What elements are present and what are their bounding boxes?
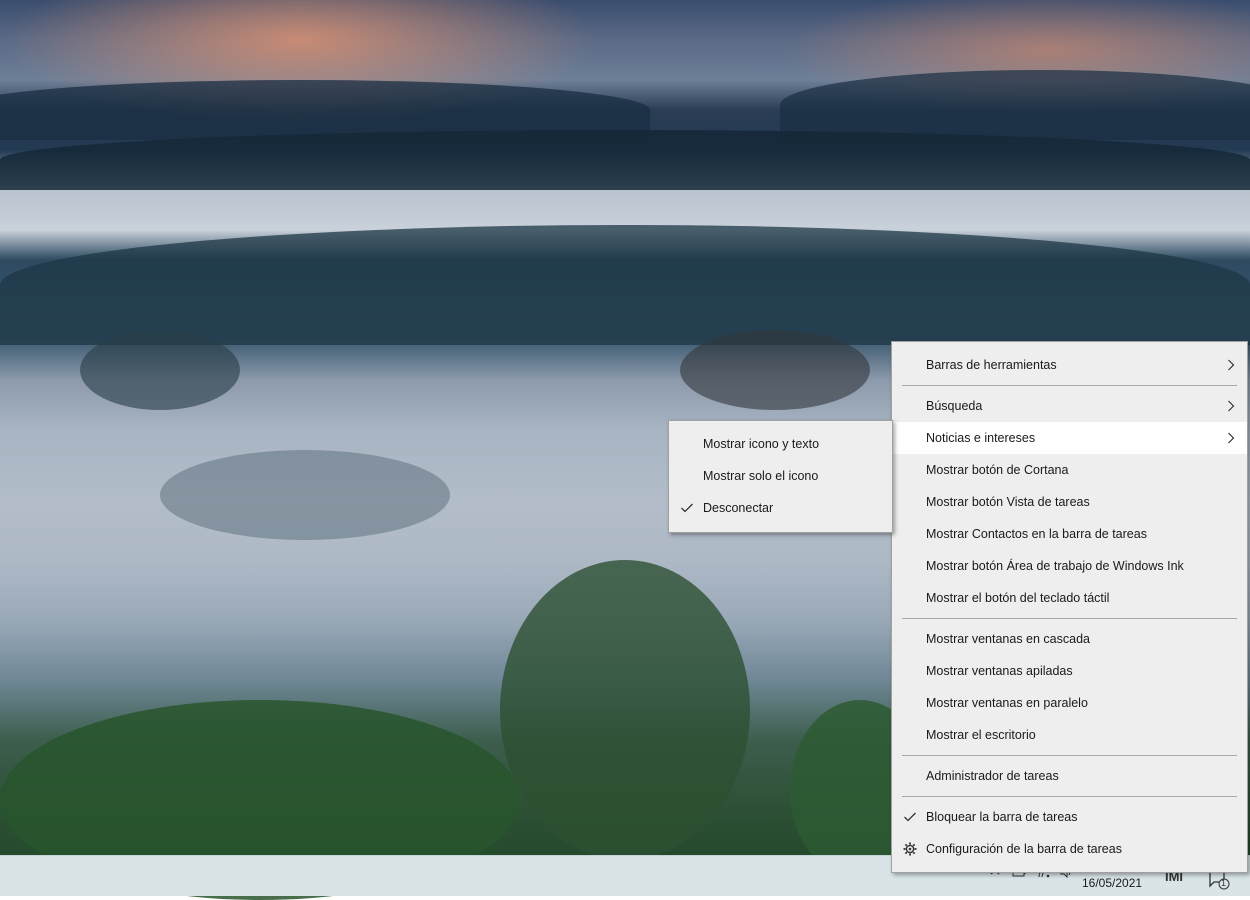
menu-item-label: Mostrar el botón del teclado táctil <box>926 591 1110 605</box>
menu-item-lock-taskbar[interactable]: Bloquear la barra de tareas <box>892 801 1247 833</box>
menu-item-contacts[interactable]: Mostrar Contactos en la barra de tareas <box>892 518 1247 550</box>
menu-item-label: Bloquear la barra de tareas <box>926 810 1078 824</box>
menu-item-side-by-side[interactable]: Mostrar ventanas en paralelo <box>892 687 1247 719</box>
taskbar-context-menu: Barras de herramientas Búsqueda Noticias… <box>891 341 1248 873</box>
menu-item-label: Mostrar ventanas en paralelo <box>926 696 1088 710</box>
menu-item-label: Búsqueda <box>926 399 983 413</box>
menu-item-news-interests[interactable]: Noticias e intereses <box>892 422 1247 454</box>
gear-icon <box>903 833 917 865</box>
chevron-right-icon <box>1227 349 1237 381</box>
checkmark-icon <box>680 492 694 524</box>
menu-separator <box>902 796 1237 797</box>
notification-count: 1 <box>1221 878 1227 888</box>
menu-item-label: Administrador de tareas <box>926 769 1059 783</box>
menu-item-label: Noticias e intereses <box>926 431 1036 445</box>
chevron-right-icon <box>1227 422 1237 454</box>
menu-item-task-view[interactable]: Mostrar botón Vista de tareas <box>892 486 1247 518</box>
menu-separator <box>902 618 1237 619</box>
menu-item-stacked[interactable]: Mostrar ventanas apiladas <box>892 655 1247 687</box>
menu-item-label: Configuración de la barra de tareas <box>926 842 1122 856</box>
tree-canopy <box>680 330 870 410</box>
menu-item-taskbar-settings[interactable]: Configuración de la barra de tareas <box>892 833 1247 865</box>
menu-item-cascade[interactable]: Mostrar ventanas en cascada <box>892 623 1247 655</box>
menu-separator <box>902 755 1237 756</box>
forest-ridge <box>0 225 1250 345</box>
tree-canopy <box>500 560 750 860</box>
menu-item-label: Mostrar ventanas en cascada <box>926 632 1090 646</box>
menu-item-show-desktop[interactable]: Mostrar el escritorio <box>892 719 1247 751</box>
menu-item-touch-keyboard[interactable]: Mostrar el botón del teclado táctil <box>892 582 1247 614</box>
menu-item-label: Mostrar botón Vista de tareas <box>926 495 1090 509</box>
submenu-item-icon-and-text[interactable]: Mostrar icono y texto <box>669 428 892 460</box>
menu-item-label: Mostrar ventanas apiladas <box>926 664 1073 678</box>
menu-item-toolbars[interactable]: Barras de herramientas <box>892 349 1247 381</box>
tree-canopy <box>80 330 240 410</box>
chevron-right-icon <box>1227 390 1237 422</box>
menu-item-label: Desconectar <box>703 501 774 515</box>
submenu-item-turn-off[interactable]: Desconectar <box>669 492 892 524</box>
menu-item-search[interactable]: Búsqueda <box>892 390 1247 422</box>
menu-item-label: Mostrar el escritorio <box>926 728 1036 742</box>
submenu-item-icon-only[interactable]: Mostrar solo el icono <box>669 460 892 492</box>
notification-icon[interactable]: 1 <box>1208 870 1232 890</box>
distant-hills <box>780 70 1250 140</box>
news-interests-submenu: Mostrar icono y texto Mostrar solo el ic… <box>668 420 893 533</box>
menu-item-label: Mostrar botón Área de trabajo de Windows… <box>926 559 1184 573</box>
menu-item-task-manager[interactable]: Administrador de tareas <box>892 760 1247 792</box>
forest-ridge <box>0 130 1250 190</box>
menu-item-label: Barras de herramientas <box>926 358 1057 372</box>
tree-canopy <box>160 450 450 540</box>
menu-item-label: Mostrar botón de Cortana <box>926 463 1069 477</box>
menu-item-cortana[interactable]: Mostrar botón de Cortana <box>892 454 1247 486</box>
checkmark-icon <box>903 801 917 833</box>
menu-item-windows-ink[interactable]: Mostrar botón Área de trabajo de Windows… <box>892 550 1247 582</box>
menu-item-label: Mostrar Contactos en la barra de tareas <box>926 527 1147 541</box>
menu-item-label: Mostrar solo el icono <box>703 469 819 483</box>
clock-date[interactable]: 16/05/2021 <box>1082 876 1142 890</box>
menu-separator <box>902 385 1237 386</box>
menu-item-label: Mostrar icono y texto <box>703 437 820 451</box>
